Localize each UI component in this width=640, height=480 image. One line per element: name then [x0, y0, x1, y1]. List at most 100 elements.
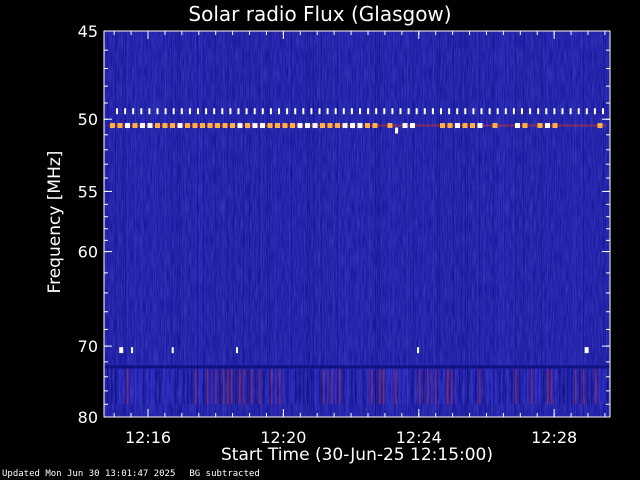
band-streak — [183, 369, 185, 405]
rfi-dot-49 — [577, 108, 580, 115]
rfi-dot-49 — [488, 108, 491, 115]
band-streak — [235, 369, 237, 405]
noise-streak — [503, 31, 504, 417]
rfi-dot-49 — [294, 108, 297, 115]
noise-streak — [179, 31, 180, 417]
band-streak — [303, 369, 305, 405]
rfi-dot-49 — [569, 108, 572, 115]
band-streak — [379, 369, 381, 405]
rfi-dash-50 — [132, 123, 138, 129]
rfi-dash-50 — [200, 123, 205, 129]
rfi-dot-49 — [521, 108, 523, 115]
noise-streak — [223, 31, 224, 417]
noise-streak — [379, 31, 380, 417]
band-streak — [431, 369, 433, 405]
band-streak — [319, 369, 321, 405]
rfi-dot-49 — [253, 108, 256, 115]
noise-streak — [433, 31, 434, 417]
rfi-dot-49 — [496, 108, 499, 115]
rfi-dot-49 — [310, 108, 313, 115]
noise-streak — [215, 31, 216, 417]
noise-streak — [195, 31, 196, 417]
band-streak — [135, 369, 137, 405]
rfi-dash-50 — [515, 123, 520, 129]
band-streak — [571, 369, 573, 405]
band-streak — [427, 369, 429, 405]
rfi-dot-49 — [593, 108, 596, 115]
rfi-dot-49 — [529, 108, 532, 115]
band-streak — [251, 369, 253, 405]
rfi-dash-50 — [140, 123, 145, 129]
noise-streak — [465, 31, 466, 417]
band-streak — [415, 369, 417, 405]
band-streak — [323, 369, 325, 405]
band-streak — [167, 369, 169, 405]
rfi-dot-49 — [302, 108, 305, 115]
noise-streak — [575, 31, 576, 417]
band-streak — [543, 369, 545, 405]
rfi-dot-49 — [480, 108, 483, 115]
band-streak — [419, 369, 421, 405]
noise-streak — [461, 31, 462, 417]
rfi-dash-50 — [275, 123, 280, 129]
y-axis-label: Frequency [MHz] — [45, 150, 65, 294]
band-streak — [423, 369, 425, 405]
band-streak — [231, 369, 233, 405]
band-streak — [143, 369, 145, 405]
band-streak — [311, 369, 313, 405]
rfi-dash-50 — [222, 123, 228, 129]
noise-streak — [523, 31, 524, 417]
rfi-dot-49 — [383, 108, 386, 115]
rfi-dot-49 — [172, 108, 175, 115]
band-streak — [359, 369, 361, 405]
band-streak — [247, 369, 249, 405]
rfi-dot-49 — [561, 108, 564, 115]
rfi-dot-49 — [472, 108, 475, 115]
band-streak — [179, 369, 181, 405]
band-streak — [467, 369, 469, 405]
band-streak — [267, 369, 269, 405]
noise-streak — [413, 31, 414, 417]
rfi-dot-49 — [318, 108, 321, 115]
band-streak — [479, 369, 481, 405]
band-streak — [147, 369, 149, 405]
noise-streak — [275, 31, 276, 417]
noise-streak — [269, 31, 270, 417]
noise-streak — [199, 31, 200, 417]
band-streak — [343, 369, 345, 405]
band-streak — [515, 369, 517, 405]
rfi-dash-50 — [267, 123, 273, 129]
noise-streak — [479, 31, 480, 417]
band-streak — [255, 369, 257, 405]
noise-streak — [541, 31, 542, 417]
rfi-dot-49 — [180, 108, 183, 115]
rfi-dot-49 — [504, 108, 507, 115]
rfi-dot-49 — [164, 108, 167, 115]
noise-streak — [407, 31, 408, 417]
noise-streak — [267, 31, 268, 417]
band-streak — [383, 369, 385, 405]
noise-streak — [243, 31, 244, 417]
band-streak — [207, 369, 209, 405]
band-streak — [511, 369, 513, 405]
noise-streak — [115, 31, 116, 417]
band-streak — [239, 369, 241, 405]
band-streak — [127, 369, 129, 405]
noise-streak — [321, 31, 322, 417]
noise-streak — [547, 31, 548, 417]
noise-streak — [307, 31, 308, 417]
rfi-dot-49 — [537, 108, 540, 115]
rfi-dash-50 — [260, 123, 265, 129]
band-streak — [335, 369, 337, 405]
band-streak — [523, 369, 525, 405]
band-streak — [315, 369, 317, 405]
rfi-dash-50 — [447, 123, 453, 129]
noise-streak — [375, 31, 376, 417]
noise-streak — [171, 31, 172, 417]
rfi-dash-50 — [350, 123, 355, 129]
band-streak — [395, 369, 397, 405]
noise-streak — [453, 31, 454, 417]
band-streak — [307, 369, 309, 405]
rfi-dash-50 — [365, 123, 370, 129]
noise-streak — [507, 31, 508, 417]
